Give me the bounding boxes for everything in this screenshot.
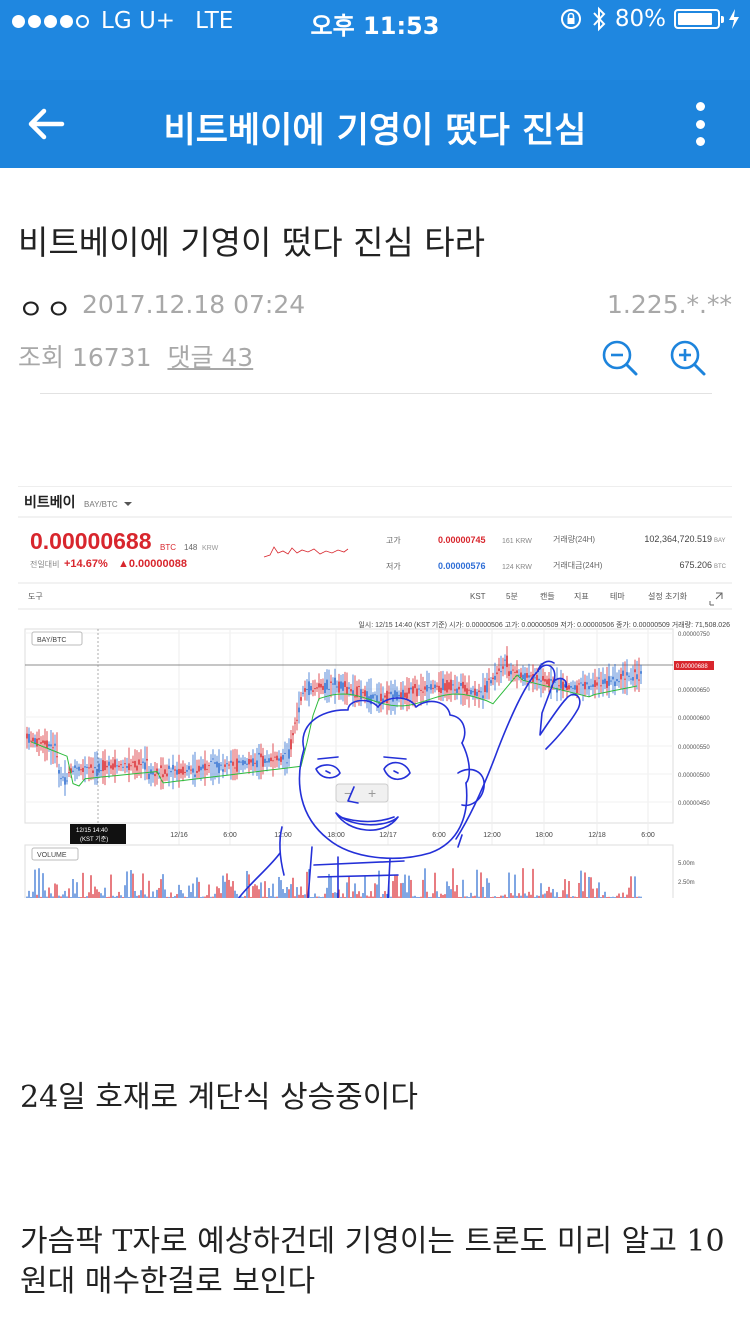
x-tick-label: 12/18 bbox=[588, 832, 606, 839]
price-unit: BTC bbox=[160, 543, 176, 552]
zoom-out-icon[interactable] bbox=[600, 338, 640, 378]
x-tick-label: 12/16 bbox=[170, 832, 188, 839]
y-tick-label: 0.00000750 bbox=[678, 632, 710, 638]
fullscreen-icon bbox=[709, 592, 723, 606]
vol-y-label-2: 2.50m bbox=[678, 880, 695, 886]
price-krw: 148 bbox=[184, 543, 198, 552]
x-tick-label: 18:00 bbox=[535, 832, 553, 839]
author-name[interactable]: ㅇㅇ bbox=[18, 288, 74, 328]
x-tick-label: 12:00 bbox=[483, 832, 501, 839]
zoom-in-icon[interactable] bbox=[668, 338, 708, 378]
y-tick-label: 0.00000450 bbox=[678, 801, 710, 807]
post-body-paragraph-2: 가슴팍 T자로 예상하건데 기영이는 트론도 미리 알고 10원대 매수한걸로 … bbox=[20, 1224, 725, 1299]
pair-dropdown-icon bbox=[124, 502, 132, 506]
vol-y-label-1: 5.00m bbox=[678, 861, 695, 867]
toolbar-item: KST bbox=[470, 592, 486, 601]
volume-label: 거래량(24H) bbox=[553, 534, 595, 544]
y-tick-label: 0.00000650 bbox=[678, 688, 710, 694]
embedded-chart-image[interactable]: 비트베이 BAY/BTC 0.00000688 BTC 148 KRW 전일대비… bbox=[18, 486, 732, 898]
view-count: 조회 16731 bbox=[18, 343, 152, 372]
bluetooth-icon bbox=[593, 6, 606, 32]
x-tick-label: 12/17 bbox=[379, 832, 397, 839]
back-arrow-icon[interactable] bbox=[22, 100, 70, 148]
chart-toolbar: KST 5분 캔들 지표 테마 설정 초기화 bbox=[470, 591, 688, 601]
low-label: 저가 bbox=[386, 562, 401, 571]
change-abs: ▲0.00000088 bbox=[118, 558, 187, 570]
y-tick-label: 0.00000550 bbox=[678, 745, 710, 751]
y-tick-label: 0.00000600 bbox=[678, 716, 710, 722]
toolbar-item: 설정 초기화 bbox=[648, 591, 688, 601]
high-label: 고가 bbox=[386, 536, 401, 545]
comment-count-link[interactable]: 댓글 43 bbox=[167, 343, 253, 372]
battery-icon bbox=[674, 9, 724, 29]
panel-pair-label: BAY/BTC bbox=[37, 637, 66, 644]
cursor-time-tag-1: 12/15 14:40 bbox=[76, 828, 108, 834]
x-tick-label: 6:00 bbox=[641, 832, 655, 839]
app-bar: 비트베이에 기영이 떴다 진심 bbox=[0, 80, 750, 168]
volume-value: 102,364,720.519 bbox=[644, 534, 712, 544]
x-tick-label: 6:00 bbox=[223, 832, 237, 839]
x-tick-label: 6:00 bbox=[432, 832, 446, 839]
post-meta: ㅇㅇ 2017.12.18 07:24 1.225.*.** bbox=[18, 288, 732, 326]
x-tick-label: 12:00 bbox=[274, 832, 292, 839]
amount-value: 675.206 bbox=[679, 560, 712, 570]
high-krw: 161 KRW bbox=[502, 538, 532, 545]
low-krw: 124 KRW bbox=[502, 564, 532, 571]
toolbar-item: 5분 bbox=[506, 592, 518, 601]
exchange-name: 비트베이 bbox=[24, 494, 76, 510]
toolbar-item: 지표 bbox=[574, 592, 589, 601]
app-bar-title: 비트베이에 기영이 떴다 진심 bbox=[163, 111, 587, 151]
rotation-lock-icon bbox=[560, 9, 581, 29]
high-value: 0.00000745 bbox=[438, 535, 486, 545]
toolbar-item: 테마 bbox=[610, 592, 625, 601]
time-axis: 12/16 6:00 12:00 18:00 12/17 6:00 12:00 18:00 12… bbox=[170, 832, 655, 839]
post-title: 비트베이에 기영이 떴다 진심 타라 bbox=[18, 223, 485, 262]
chart-zoom-plus-icon: + bbox=[368, 785, 376, 801]
cursor-time-tag-2: (KST 기준) bbox=[80, 835, 108, 843]
ohlc-info-line: 일시: 12/15 14:40 (KST 기준) 시가: 0.00000506 … bbox=[358, 620, 730, 629]
post-body-paragraph-1: 24일 호재로 계단식 상승중이다 bbox=[20, 1080, 418, 1115]
more-vertical-icon[interactable] bbox=[690, 102, 710, 146]
charging-bolt-icon bbox=[729, 9, 739, 29]
post-date: 2017.12.18 07:24 bbox=[82, 290, 306, 319]
price-value: 0.00000688 bbox=[30, 528, 152, 554]
x-tick-label: 18:00 bbox=[327, 832, 345, 839]
price-axis: 0.00000750 0.00000650 0.00000600 0.00000550… bbox=[678, 632, 710, 807]
author-ip: 1.225.*.** bbox=[607, 290, 732, 319]
battery-percent: 80% bbox=[614, 6, 666, 32]
tool-menu: 도구 bbox=[28, 592, 43, 601]
pair-label: BAY/BTC bbox=[84, 500, 118, 509]
header-divider bbox=[40, 393, 712, 394]
low-value: 0.00000576 bbox=[438, 561, 486, 571]
change-pct: +14.67% bbox=[64, 558, 108, 570]
post-stats: 조회 16731 댓글 43 bbox=[18, 338, 253, 374]
amount-label: 거래대금(24H) bbox=[553, 561, 603, 570]
volume-panel-label: VOLUME bbox=[37, 852, 67, 859]
toolbar-item: 캔들 bbox=[540, 591, 555, 601]
change-label: 전일대비 bbox=[30, 559, 59, 569]
y-tick-label: 0.00000500 bbox=[678, 773, 710, 779]
volume-unit: BAY bbox=[714, 538, 726, 544]
price-krw-unit: KRW bbox=[202, 545, 219, 552]
chart-image-canvas: 비트베이 BAY/BTC 0.00000688 BTC 148 KRW 전일대비… bbox=[18, 494, 732, 898]
amount-unit: BTC bbox=[714, 564, 727, 570]
current-price-tag: 0.00000688 bbox=[676, 664, 708, 670]
status-bar: LG U+ LTE 오후 11:53 80% bbox=[0, 0, 750, 80]
sparkline bbox=[263, 546, 349, 558]
status-right: 80% bbox=[559, 6, 740, 32]
